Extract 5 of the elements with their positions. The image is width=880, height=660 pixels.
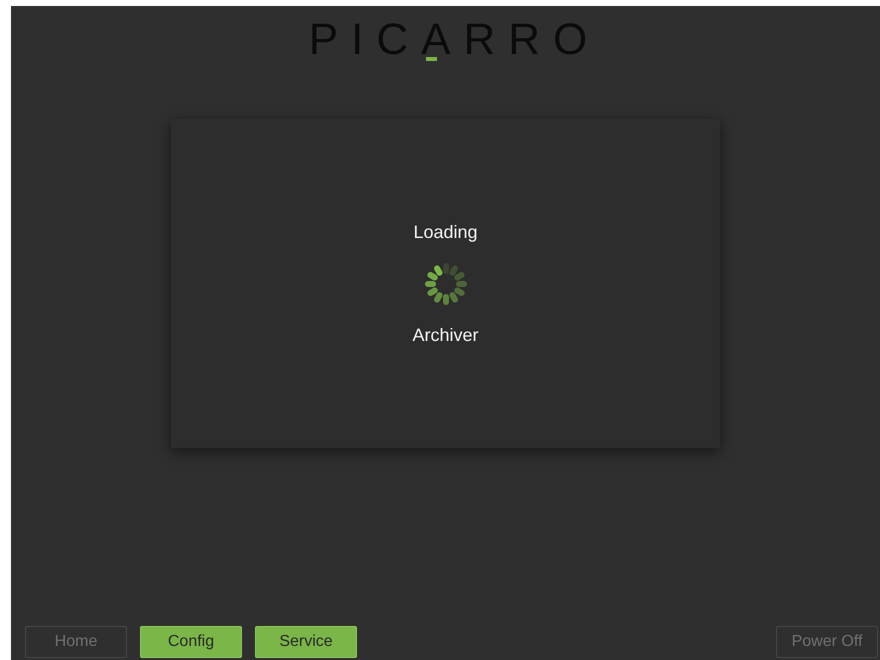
loading-subtitle: Archiver: [412, 324, 478, 346]
nav-button[interactable]: Config: [140, 626, 242, 658]
nav-button[interactable]: Service: [255, 626, 357, 658]
spinner-icon: [422, 260, 468, 306]
loading-title: Loading: [413, 222, 478, 242]
